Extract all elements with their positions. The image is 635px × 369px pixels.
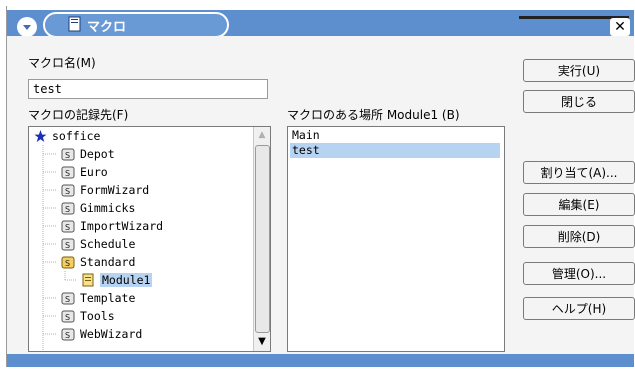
module-icon	[82, 273, 94, 287]
document-icon	[68, 16, 81, 32]
help-button[interactable]: ヘルプ(H)	[523, 297, 635, 320]
library-icon: S	[61, 184, 75, 197]
tree-item-label: soffice	[52, 129, 101, 143]
chevron-down-icon	[23, 25, 31, 30]
macro-item-main[interactable]: Main	[290, 128, 500, 143]
tree-item-label: Euro	[80, 165, 108, 179]
close-button[interactable]: 閉じる	[523, 90, 635, 113]
tree-item-standard[interactable]: S Standard	[61, 253, 135, 271]
library-icon: S	[61, 220, 75, 233]
tree-item-label: Module1	[100, 273, 153, 287]
tree-item-label: Template	[80, 291, 136, 305]
scroll-down-arrow-icon[interactable]: ▼	[255, 335, 269, 349]
macro-library-tree[interactable]: soffice S Depot S Euro S FormWizard S Gi…	[28, 126, 271, 352]
tree-item-template[interactable]: S Template	[61, 289, 135, 307]
macro-item-test[interactable]: test	[290, 143, 500, 158]
svg-text:S: S	[65, 259, 70, 268]
library-icon: S	[61, 202, 75, 215]
svg-text:S: S	[65, 151, 70, 160]
tree-item-label: Depot	[80, 147, 115, 161]
title-bar: マクロ ✕	[7, 6, 634, 38]
tree-item-tools[interactable]: S Tools	[61, 307, 115, 325]
library-icon: S	[61, 310, 75, 323]
delete-button[interactable]: 削除(D)	[523, 225, 635, 248]
library-icon: S	[61, 328, 75, 341]
tree-item-label: Schedule	[80, 237, 136, 251]
tree-item-label: ImportWizard	[80, 219, 164, 233]
svg-text:S: S	[65, 187, 70, 196]
svg-text:S: S	[65, 205, 70, 214]
edit-button[interactable]: 編集(E)	[523, 193, 635, 216]
library-open-icon: S	[61, 256, 75, 269]
tree-item-gimmicks[interactable]: S Gimmicks	[61, 199, 135, 217]
macro-name-label: マクロ名(M)	[28, 56, 96, 70]
close-window-button[interactable]: ✕	[610, 18, 630, 36]
tree-item-label: Gimmicks	[80, 201, 136, 215]
scroll-up-arrow-icon[interactable]: ▲	[255, 128, 269, 142]
title-bar-top-edge	[7, 6, 634, 10]
tree-item-depot[interactable]: S Depot	[61, 145, 115, 163]
macro-dialog: マクロ ✕ マクロ名(M) test マクロの記録先(F) マクロのある場所 M…	[6, 6, 635, 367]
run-button[interactable]: 実行(U)	[523, 59, 635, 82]
window-title: マクロ	[87, 20, 127, 35]
tree-item-schedule[interactable]: S Schedule	[61, 235, 135, 253]
library-icon: S	[61, 238, 75, 251]
assign-button[interactable]: 割り当て(A)...	[523, 161, 635, 184]
svg-text:S: S	[65, 331, 70, 340]
tree-item-soffice[interactable]: soffice	[33, 127, 100, 145]
organizer-button[interactable]: 管理(O)...	[523, 262, 635, 285]
tree-scrollbar[interactable]: ▲ ▼	[253, 127, 270, 351]
svg-text:S: S	[65, 223, 70, 232]
save-in-label: マクロの記録先(F)	[28, 108, 129, 122]
tree-item-webwizard[interactable]: S WebWizard	[61, 325, 142, 343]
tree-item-label: WebWizard	[80, 327, 143, 341]
tree-item-euro[interactable]: S Euro	[61, 163, 108, 181]
macro-name-input[interactable]: test	[28, 79, 268, 99]
star-icon	[34, 130, 47, 142]
svg-text:S: S	[65, 241, 70, 250]
library-icon: S	[61, 292, 75, 305]
library-icon: S	[61, 166, 75, 179]
svg-text:S: S	[65, 169, 70, 178]
tree-item-module1[interactable]: Module1	[81, 271, 153, 289]
scrollbar-thumb[interactable]	[255, 145, 270, 333]
library-icon: S	[61, 148, 75, 161]
tree-item-label: Standard	[80, 255, 136, 269]
svg-text:S: S	[65, 313, 70, 322]
window-menu-button[interactable]	[17, 17, 37, 37]
existing-macros-label: マクロのある場所 Module1 (B)	[287, 108, 460, 122]
tree-item-label: FormWizard	[80, 183, 150, 197]
bottom-bar	[7, 354, 634, 367]
close-icon: ✕	[614, 19, 626, 35]
tree-item-label: Tools	[80, 309, 115, 323]
tree-item-importwizard[interactable]: S ImportWizard	[61, 217, 163, 235]
svg-text:S: S	[65, 295, 70, 304]
tree-item-formwizard[interactable]: S FormWizard	[61, 181, 149, 199]
macro-list[interactable]: Main test	[287, 126, 505, 352]
